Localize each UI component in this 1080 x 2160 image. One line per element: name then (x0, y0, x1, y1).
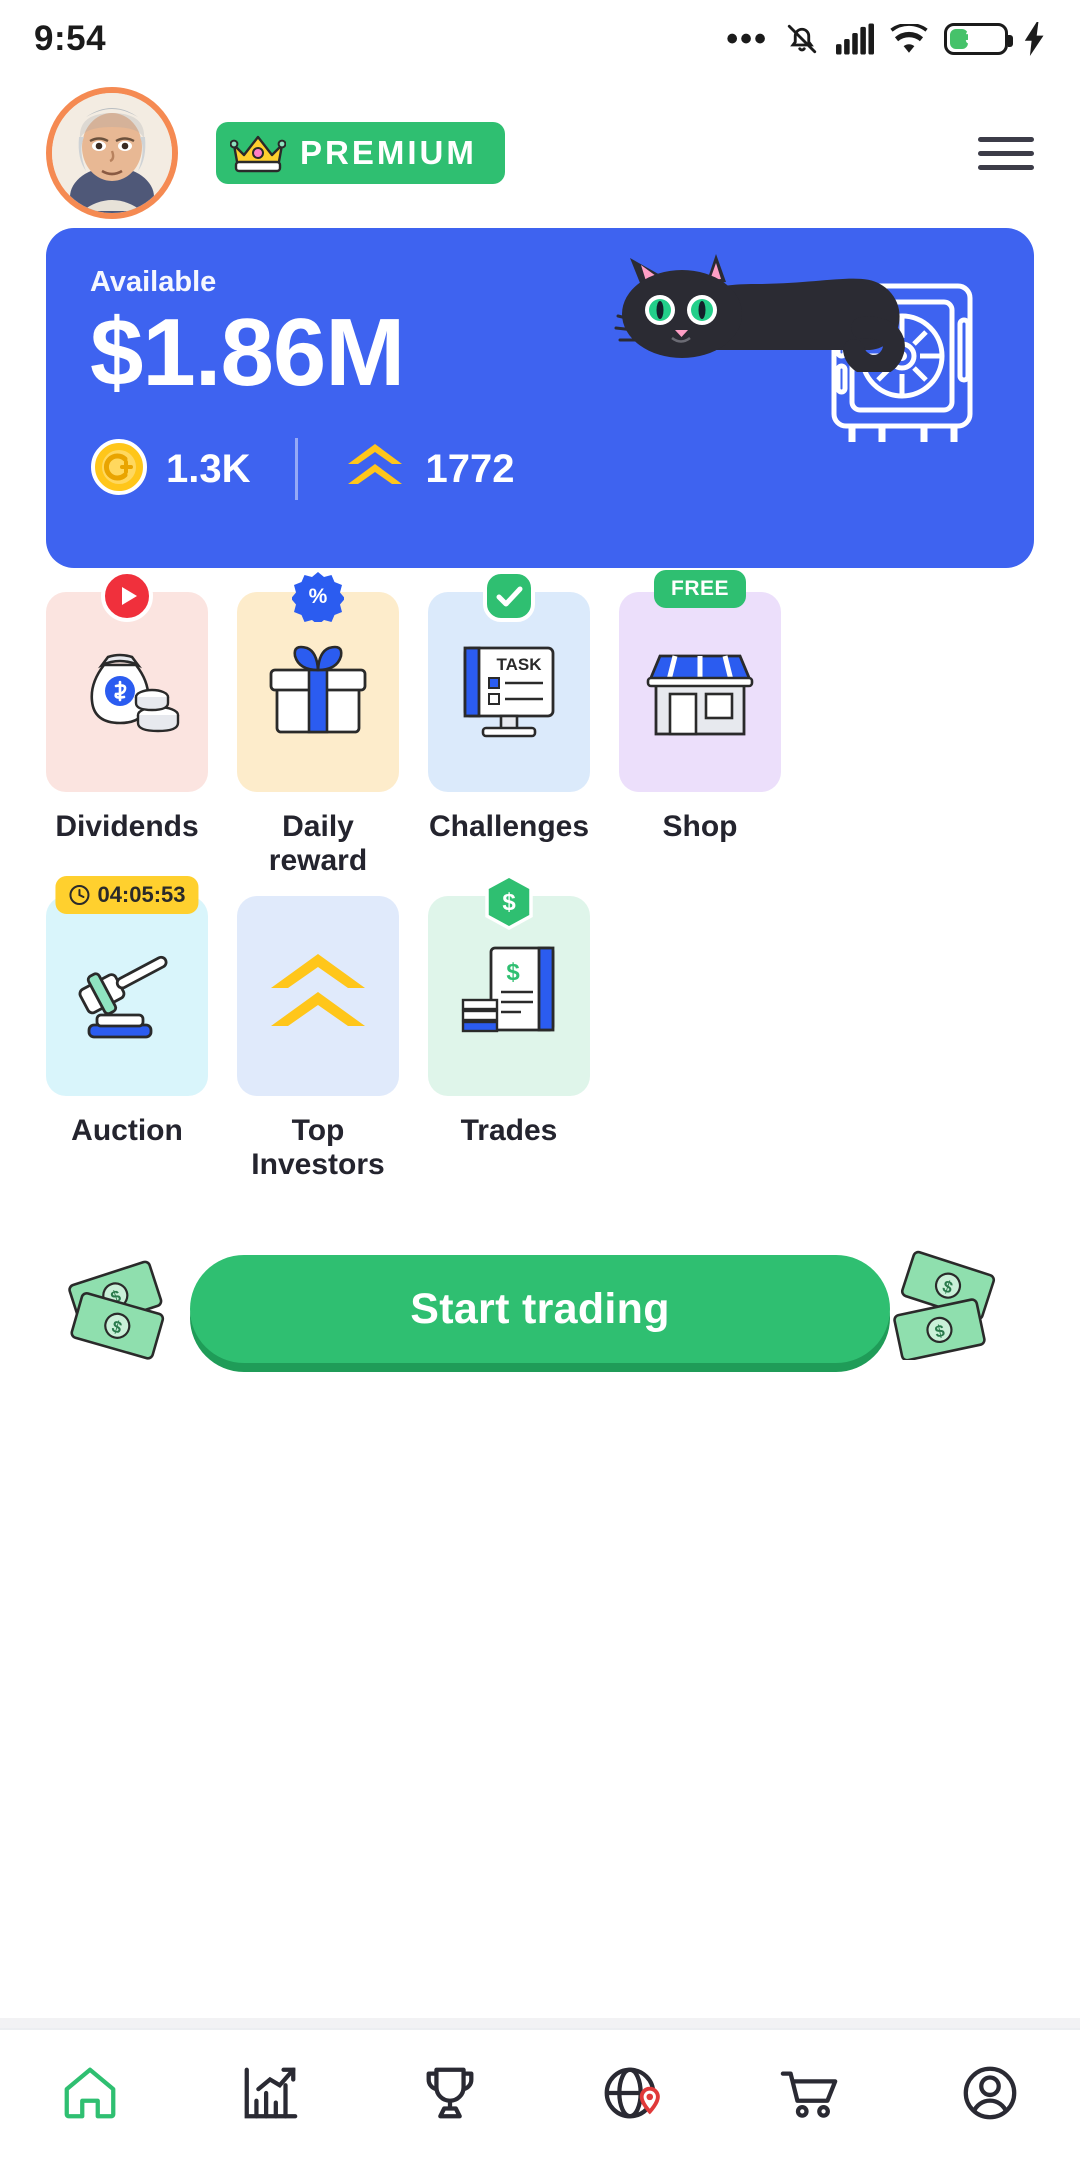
tile-dividends[interactable]: Dividends (46, 570, 208, 878)
nav-item-home[interactable] (0, 2062, 180, 2129)
gavel-auction-icon (67, 939, 187, 1054)
auction-timer-text: 04:05:53 (97, 882, 186, 907)
gift-box-icon (259, 636, 377, 749)
nav-item-world[interactable] (540, 2062, 720, 2129)
tile-label-shop: Shop (662, 810, 738, 843)
status-icons: ••• 34 (726, 20, 1046, 59)
tile-label-challenges: Challenges (428, 810, 590, 843)
tile-challenges[interactable]: TASK Challenges (428, 570, 590, 878)
tile-label-trades: Trades (460, 1114, 558, 1147)
tile-label-top-investors: Top Investors (251, 1114, 385, 1181)
tile-trades[interactable]: $ $ Trades (428, 874, 590, 1182)
tile-label-dividends: Dividends (55, 810, 199, 843)
task-monitor-icon: TASK (449, 634, 569, 751)
chart-growth-icon (239, 2062, 301, 2129)
avatar[interactable] (46, 87, 178, 219)
coins-value: 1.3K (166, 446, 251, 491)
premium-label: PREMIUM (300, 134, 477, 171)
tile-row-1: Dividends % Daily reward TASK Challenges… (46, 570, 1034, 878)
clock-icon (69, 885, 90, 905)
money-bag-coins-icon (68, 635, 186, 750)
nav-item-profile[interactable] (900, 2062, 1080, 2129)
hamburger-menu-icon[interactable] (978, 128, 1034, 179)
free-badge: FREE (653, 570, 747, 608)
rank-stat[interactable]: 1772 (342, 438, 515, 501)
coins-stat[interactable]: 1.3K (90, 438, 251, 501)
battery-indicator: 34 (944, 23, 1013, 55)
tile-placeholder (619, 896, 781, 1182)
auction-timer-badge: 04:05:53 (55, 876, 199, 914)
percent-badge-icon: % (291, 570, 345, 627)
svg-text:$: $ (502, 889, 516, 916)
bottom-nav-spacer (0, 2018, 1080, 2028)
battery-percent: 34 (965, 28, 987, 49)
tile-daily-reward[interactable]: % Daily reward (237, 572, 399, 878)
lightning-bolt-icon (1024, 22, 1046, 56)
rank-value: 1772 (425, 446, 515, 491)
trophy-icon (419, 2062, 481, 2129)
svg-text:$: $ (506, 959, 520, 986)
nav-item-stats[interactable] (180, 2062, 360, 2129)
dollar-hex-badge-icon: $ (482, 874, 536, 935)
start-trading-button[interactable]: Start trading (190, 1255, 890, 1363)
tile-top-investors[interactable]: Top Investors (237, 896, 399, 1182)
overflow-dots-icon: ••• (726, 19, 768, 58)
coin-icon (90, 438, 148, 501)
task-screen-text: TASK (496, 655, 542, 674)
invoice-document-icon: $ (449, 938, 569, 1055)
double-chevron-rank-icon (342, 438, 408, 501)
tile-auction[interactable]: 04:05:53 Auction (46, 876, 208, 1182)
double-chevron-rank-icon (263, 944, 373, 1049)
start-trading-label: Start trading (410, 1284, 670, 1333)
play-badge-icon (101, 570, 153, 627)
cat-decoration-icon (520, 232, 920, 377)
app-header: PREMIUM (0, 78, 1080, 228)
shopping-cart-icon (779, 2062, 841, 2129)
tile-row-2: 04:05:53 Auction Top Investors $ $ Trade… (46, 874, 1034, 1182)
stats-divider (294, 438, 298, 501)
crown-icon (229, 129, 287, 178)
cash-bills-right-icon: $ $ (878, 1250, 1018, 1365)
cellular-signal-icon (836, 23, 874, 55)
user-account-icon (959, 2062, 1021, 2129)
nav-item-leaderboard[interactable] (360, 2062, 540, 2129)
feature-tiles: Dividends % Daily reward TASK Challenges… (0, 568, 1080, 1182)
notifications-silenced-icon (784, 21, 820, 57)
tile-shop[interactable]: FREE Shop (619, 570, 781, 878)
check-badge-icon (483, 570, 535, 627)
status-time: 9:54 (34, 19, 107, 58)
storefront-icon (640, 638, 760, 747)
premium-badge[interactable]: PREMIUM (216, 122, 505, 184)
bottom-navigation (0, 2028, 1080, 2160)
home-icon (59, 2062, 121, 2129)
svg-text:%: % (309, 585, 328, 608)
wifi-icon (890, 24, 928, 54)
tile-label-auction: Auction (71, 1114, 183, 1147)
globe-location-icon (599, 2062, 661, 2129)
nav-item-cart[interactable] (720, 2062, 900, 2129)
tile-label-daily-reward: Daily reward (268, 810, 368, 877)
status-bar: 9:54 ••• 34 (0, 0, 1080, 78)
start-trading-section: $ $ Start trading $ $ (46, 1234, 1034, 1384)
